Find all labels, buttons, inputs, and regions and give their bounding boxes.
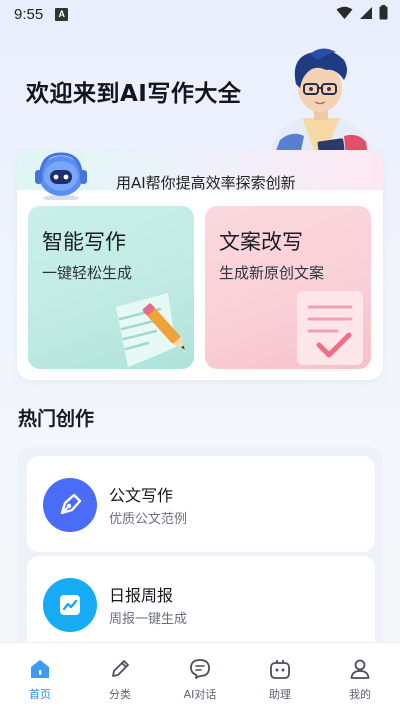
pencil-icon: [107, 656, 133, 682]
status-time: 9:55: [14, 5, 44, 23]
card-title: 文案改写: [219, 230, 303, 254]
user-icon: [347, 656, 373, 682]
notification-icon: A: [55, 7, 69, 21]
mascot-illustration: [270, 48, 372, 156]
status-icons: [336, 5, 388, 20]
nav-label: AI对话: [183, 688, 217, 701]
item-subtitle: 优质公文范例: [109, 512, 188, 527]
item-title: 公文写作: [109, 486, 174, 505]
card-subtitle: 生成新原创文案: [219, 264, 325, 282]
list-item-official-writing[interactable]: 公文写作 优质公文范例: [27, 456, 375, 552]
item-title: 日报周报: [109, 586, 174, 605]
home-icon: [27, 656, 53, 682]
list-item-daily-weekly-report[interactable]: 日报周报 周报一键生成: [27, 556, 375, 652]
nav-item-ai-chat[interactable]: AI对话: [160, 643, 240, 711]
card-title: 智能写作: [42, 230, 126, 254]
nav-item-category[interactable]: 分类: [80, 643, 160, 711]
feature-slogan: 用AI帮你提高效率探索创新: [116, 174, 296, 192]
nav-item-assistant[interactable]: 助理: [240, 643, 320, 711]
battery-icon: [379, 5, 388, 20]
nav-item-mine[interactable]: 我的: [320, 643, 400, 711]
copy-rewrite-card[interactable]: 文案改写 生成新原创文案: [205, 206, 371, 369]
chat-icon: [187, 656, 213, 682]
document-check-icon: [297, 291, 363, 365]
robot-icon: [267, 656, 293, 682]
page-title: 欢迎来到AI写作大全: [26, 81, 242, 107]
smart-writing-card[interactable]: 智能写作 一键轻松生成: [28, 206, 194, 369]
pen-nib-icon: [43, 478, 97, 532]
nav-label: 我的: [349, 688, 371, 701]
section-title: 热门创作: [18, 408, 95, 430]
status-bar: 9:55 A: [0, 0, 400, 28]
document-pencil-icon: [116, 293, 185, 367]
item-subtitle: 周报一键生成: [109, 612, 188, 627]
robot-mascot-icon: [35, 152, 87, 200]
wifi-icon: [336, 6, 353, 19]
nav-label: 首页: [29, 688, 51, 701]
signal-icon: [360, 6, 372, 19]
trend-chart-icon: [43, 578, 97, 632]
nav-label: 分类: [109, 688, 131, 701]
nav-label: 助理: [269, 688, 291, 701]
nav-item-home[interactable]: 首页: [0, 643, 80, 711]
bottom-nav: 首页 分类 AI对话 助理 我的: [0, 642, 400, 711]
